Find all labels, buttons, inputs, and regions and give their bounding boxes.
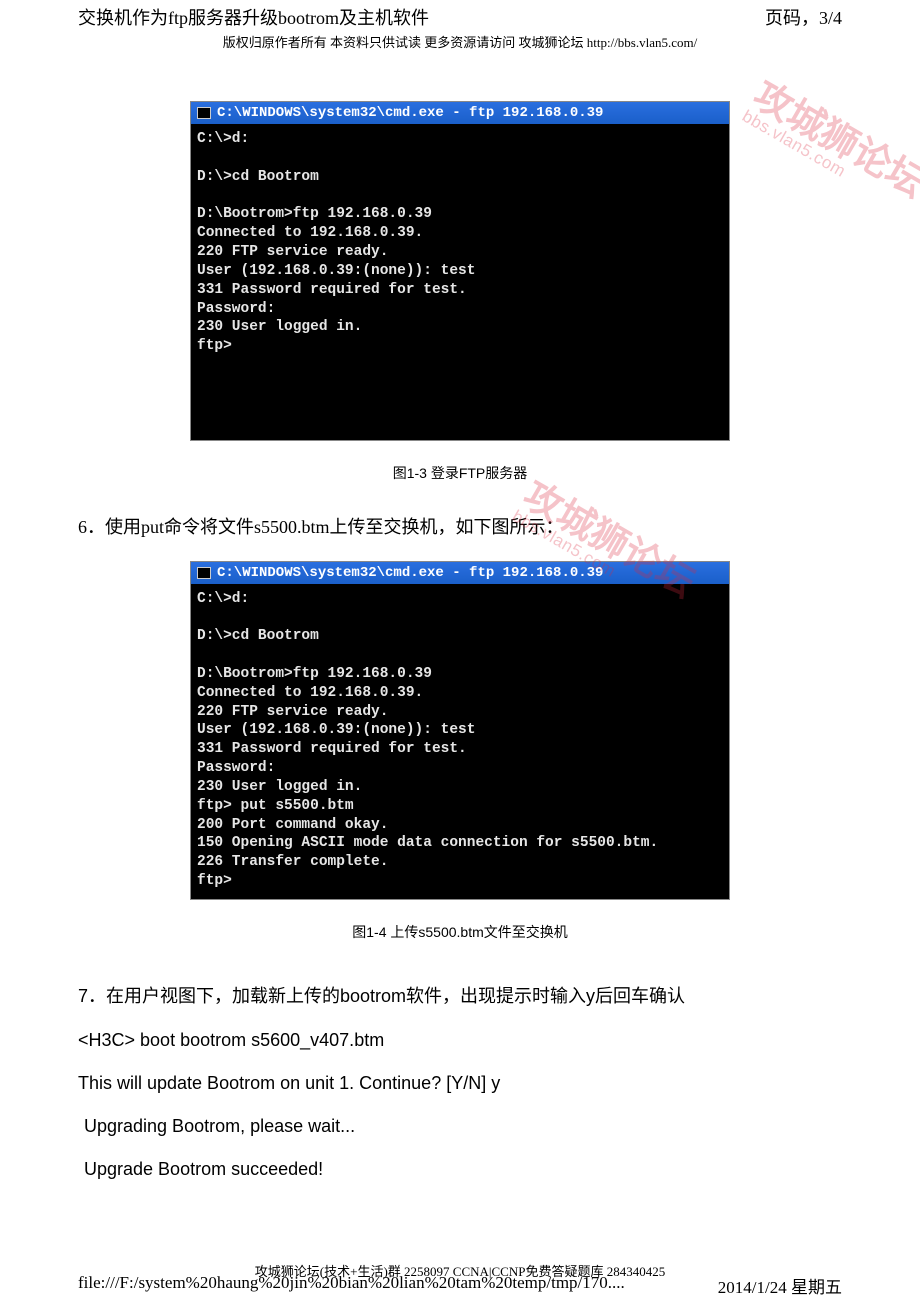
page-number: 页码，3/4 bbox=[765, 4, 842, 30]
confirm-prompt: This will update Bootrom on unit 1. Cont… bbox=[78, 1073, 842, 1094]
footer-date: 2014/1/24 星期五 bbox=[718, 1273, 842, 1298]
doc-title: 交换机作为ftp服务器升级bootrom及主机软件 bbox=[78, 4, 429, 30]
terminal-title: C:\WINDOWS\system32\cmd.exe - ftp 192.16… bbox=[217, 105, 603, 121]
footer-file-path: file:///F:/system%20haung%20jin%20bian%2… bbox=[78, 1273, 625, 1298]
page-header: 交换机作为ftp服务器升级bootrom及主机软件 页码，3/4 bbox=[0, 0, 920, 30]
terminal-titlebar: C:\WINDOWS\system32\cmd.exe - ftp 192.16… bbox=[191, 562, 729, 584]
copyright-line: 版权归原作者所有 本资料只供试读 更多资源请访问 攻城狮论坛 http://bb… bbox=[0, 32, 920, 51]
step-6: 6．使用put命令将文件s5500.btm上传至交换机，如下图所示： bbox=[78, 513, 842, 539]
upgrade-wait-msg: Upgrading Bootrom, please wait... bbox=[78, 1116, 842, 1137]
step-7: 7．在用户视图下，加载新上传的bootrom软件，出现提示时输入y后回车确认 bbox=[78, 982, 842, 1008]
terminal-screenshot-1: C:\WINDOWS\system32\cmd.exe - ftp 192.16… bbox=[190, 101, 730, 441]
terminal-titlebar: C:\WINDOWS\system32\cmd.exe - ftp 192.16… bbox=[191, 102, 729, 124]
cmd-icon bbox=[197, 107, 211, 119]
cmd-icon bbox=[197, 567, 211, 579]
terminal-output: C:\>d: D:\>cd Bootrom D:\Bootrom>ftp 192… bbox=[191, 584, 729, 900]
terminal-output: C:\>d: D:\>cd Bootrom D:\Bootrom>ftp 192… bbox=[191, 124, 729, 440]
main-content: C:\WINDOWS\system32\cmd.exe - ftp 192.16… bbox=[0, 101, 920, 1180]
upgrade-done-msg: Upgrade Bootrom succeeded! bbox=[78, 1159, 842, 1180]
terminal-screenshot-2: C:\WINDOWS\system32\cmd.exe - ftp 192.16… bbox=[190, 561, 730, 901]
figure-caption-1-4: 图1-4 上传s5500.btm文件至交换机 bbox=[78, 922, 842, 942]
h3c-command: <H3C> boot bootrom s5600_v407.btm bbox=[78, 1030, 842, 1051]
terminal-title: C:\WINDOWS\system32\cmd.exe - ftp 192.16… bbox=[217, 565, 603, 581]
footer-bar: file:///F:/system%20haung%20jin%20bian%2… bbox=[78, 1273, 842, 1298]
figure-caption-1-3: 图1-3 登录FTP服务器 bbox=[78, 463, 842, 483]
